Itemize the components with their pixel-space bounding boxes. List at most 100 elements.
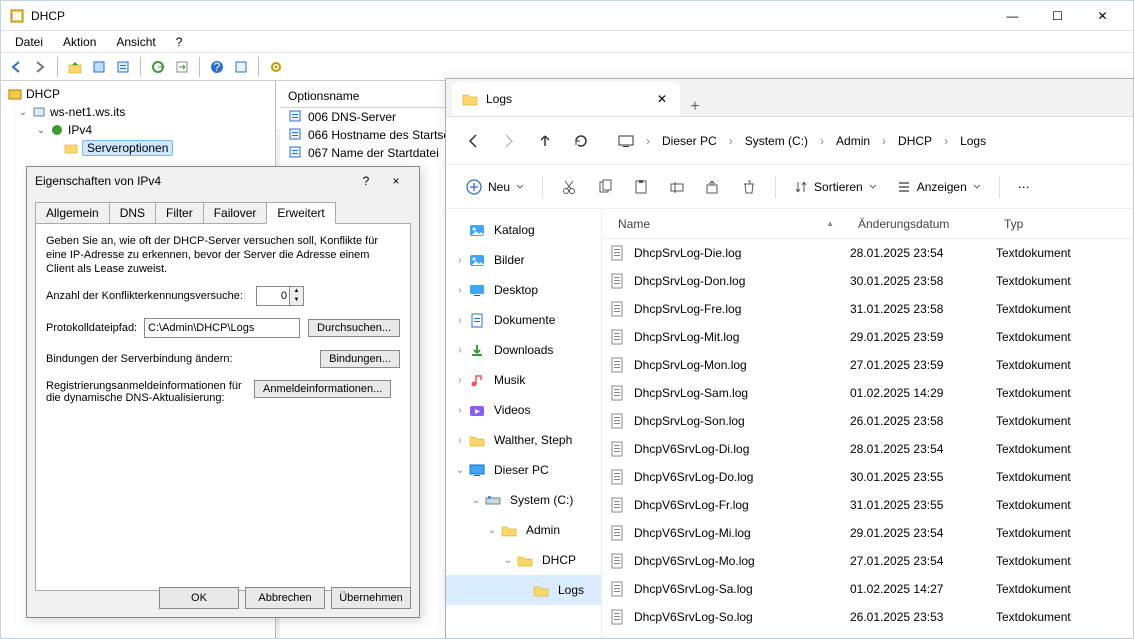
close-button[interactable]: ✕ <box>1080 2 1125 30</box>
file-row[interactable]: DhcpV6SrvLog-So.log26.01.2025 23:53Textd… <box>602 603 1133 631</box>
tree-item-admin[interactable]: ⌄Admin <box>446 515 601 545</box>
crumb-system[interactable]: System (C:) <box>737 134 816 148</box>
pc-icon[interactable] <box>610 134 642 148</box>
tab-failover[interactable]: Failover <box>203 202 268 224</box>
chevron-icon[interactable]: › <box>816 134 828 148</box>
nav-back-button[interactable] <box>456 124 490 158</box>
file-row[interactable]: DhcpV6SrvLog-Fr.log31.01.2025 23:55Textd… <box>602 491 1133 519</box>
properties-button[interactable] <box>88 56 110 78</box>
tree-serveroptions[interactable]: Serveroptionen <box>1 139 275 157</box>
cancel-button[interactable]: Abbrechen <box>245 587 325 609</box>
view-button[interactable]: Anzeigen <box>889 171 989 203</box>
file-row[interactable]: DhcpSrvLog-Don.log30.01.2025 23:58Textdo… <box>602 267 1133 295</box>
new-tab-button[interactable]: + <box>680 98 710 116</box>
expander-icon[interactable]: ⌄ <box>468 495 484 506</box>
new-button[interactable]: Neu <box>458 171 532 203</box>
explorer-tree[interactable]: Katalog›Bilder›Desktop›Dokumente›Downloa… <box>446 209 602 638</box>
forward-button[interactable] <box>29 56 51 78</box>
tree-item-walther-steph[interactable]: ›Walther, Steph <box>446 425 601 455</box>
delete-button[interactable] <box>733 171 765 203</box>
tree-ipv4[interactable]: ⌄ IPv4 <box>1 121 275 139</box>
expander-icon[interactable]: › <box>452 345 468 356</box>
tree-item-bilder[interactable]: ›Bilder <box>446 245 601 275</box>
tree-item-dhcp[interactable]: ⌄DHCP <box>446 545 601 575</box>
dhcp-titlebar[interactable]: DHCP — ☐ ✕ <box>1 1 1133 31</box>
file-row[interactable]: DhcpV6SrvLog-Mi.log29.01.2025 23:54Textd… <box>602 519 1133 547</box>
back-button[interactable] <box>5 56 27 78</box>
chevron-icon[interactable]: › <box>940 134 952 148</box>
expander-icon[interactable]: ⌄ <box>500 555 516 566</box>
rename-button[interactable] <box>661 171 693 203</box>
crumb-admin[interactable]: Admin <box>828 134 878 148</box>
expander-icon[interactable]: › <box>452 435 468 446</box>
tree-item-dieser-pc[interactable]: ⌄Dieser PC <box>446 455 601 485</box>
settings-icon[interactable] <box>265 56 287 78</box>
expander-icon[interactable]: › <box>452 255 468 266</box>
file-row[interactable]: DhcpV6SrvLog-Do.log30.01.2025 23:55Textd… <box>602 463 1133 491</box>
menu-aktion[interactable]: Aktion <box>53 33 106 51</box>
share-button[interactable] <box>697 171 729 203</box>
ok-button[interactable]: OK <box>159 587 239 609</box>
tree-item-videos[interactable]: ›Videos <box>446 395 601 425</box>
tree-item-katalog[interactable]: Katalog <box>446 215 601 245</box>
refresh-button[interactable] <box>147 56 169 78</box>
tree-item-musik[interactable]: ›Musik <box>446 365 601 395</box>
tab-erweitert[interactable]: Erweitert <box>266 202 335 224</box>
chevron-icon[interactable]: › <box>878 134 890 148</box>
maximize-button[interactable]: ☐ <box>1035 2 1080 30</box>
dialog-titlebar[interactable]: Eigenschaften von IPv4 ? × <box>27 167 419 195</box>
file-row[interactable]: DhcpSrvLog-Die.log28.01.2025 23:54Textdo… <box>602 239 1133 267</box>
nav-up-button[interactable] <box>528 124 562 158</box>
dialog-help-button[interactable]: ? <box>351 174 381 188</box>
creds-button[interactable]: Anmeldeinformationen... <box>254 380 391 398</box>
apply-button[interactable]: Übernehmen <box>331 587 411 609</box>
tree-item-logs[interactable]: Logs <box>446 575 601 605</box>
chevron-icon[interactable]: › <box>725 134 737 148</box>
spin-down-icon[interactable]: ▼ <box>290 296 303 305</box>
file-row[interactable]: DhcpSrvLog-Sam.log01.02.2025 14:29Textdo… <box>602 379 1133 407</box>
up-button[interactable] <box>64 56 86 78</box>
file-row[interactable]: DhcpSrvLog-Mon.log27.01.2025 23:59Textdo… <box>602 351 1133 379</box>
tree-item-dokumente[interactable]: ›Dokumente <box>446 305 601 335</box>
copy-button[interactable] <box>589 171 621 203</box>
menu-datei[interactable]: Datei <box>5 33 53 51</box>
minimize-button[interactable]: — <box>990 2 1035 30</box>
menu-help[interactable]: ? <box>166 33 193 51</box>
spin-up-icon[interactable]: ▲ <box>290 287 303 296</box>
expander-icon[interactable]: › <box>452 315 468 326</box>
nav-forward-button[interactable] <box>492 124 526 158</box>
expander-icon[interactable]: ⌄ <box>484 525 500 536</box>
file-row[interactable]: DhcpV6SrvLog-Di.log28.01.2025 23:54Textd… <box>602 435 1133 463</box>
file-row[interactable]: DhcpV6SrvLog-Mo.log27.01.2025 23:54Textd… <box>602 547 1133 575</box>
file-row[interactable]: DhcpV6SrvLog-Sa.log01.02.2025 14:27Textd… <box>602 575 1133 603</box>
file-row[interactable]: DhcpSrvLog-Fre.log31.01.2025 23:58Textdo… <box>602 295 1133 323</box>
tab-allgemein[interactable]: Allgemein <box>35 202 110 224</box>
tree-item-downloads[interactable]: ›Downloads <box>446 335 601 365</box>
extra1-button[interactable] <box>230 56 252 78</box>
help-button[interactable]: ? <box>206 56 228 78</box>
tree-server[interactable]: ⌄ ws-net1.ws.its <box>1 103 275 121</box>
expander-icon[interactable]: › <box>452 375 468 386</box>
nav-refresh-button[interactable] <box>564 124 598 158</box>
paste-button[interactable] <box>625 171 657 203</box>
expander-icon[interactable]: › <box>452 285 468 296</box>
file-row[interactable]: DhcpSrvLog-Mit.log29.01.2025 23:59Textdo… <box>602 323 1133 351</box>
menu-ansicht[interactable]: Ansicht <box>106 33 165 51</box>
bindings-button[interactable]: Bindungen... <box>320 350 400 368</box>
expander-icon[interactable]: ⌄ <box>33 125 49 136</box>
crumb-dhcp[interactable]: DHCP <box>890 134 940 148</box>
logpath-input[interactable] <box>144 318 300 338</box>
dialog-close-button[interactable]: × <box>381 174 411 188</box>
expander-icon[interactable]: › <box>452 405 468 416</box>
file-row[interactable]: DhcpSrvLog-Son.log26.01.2025 23:58Textdo… <box>602 407 1133 435</box>
crumb-logs[interactable]: Logs <box>952 134 994 148</box>
col-date-header[interactable]: Änderungsdatum <box>850 217 996 231</box>
tab-close-icon[interactable]: ✕ <box>654 92 670 106</box>
tab-dns[interactable]: DNS <box>109 202 156 224</box>
tree-item-desktop[interactable]: ›Desktop <box>446 275 601 305</box>
tab-filter[interactable]: Filter <box>155 202 204 224</box>
conflict-spinner[interactable]: ▲▼ <box>256 286 304 306</box>
tree-root-dhcp[interactable]: DHCP <box>1 85 275 103</box>
expander-icon[interactable]: ⌄ <box>15 107 31 118</box>
explorer-tab-logs[interactable]: Logs ✕ <box>452 82 680 116</box>
